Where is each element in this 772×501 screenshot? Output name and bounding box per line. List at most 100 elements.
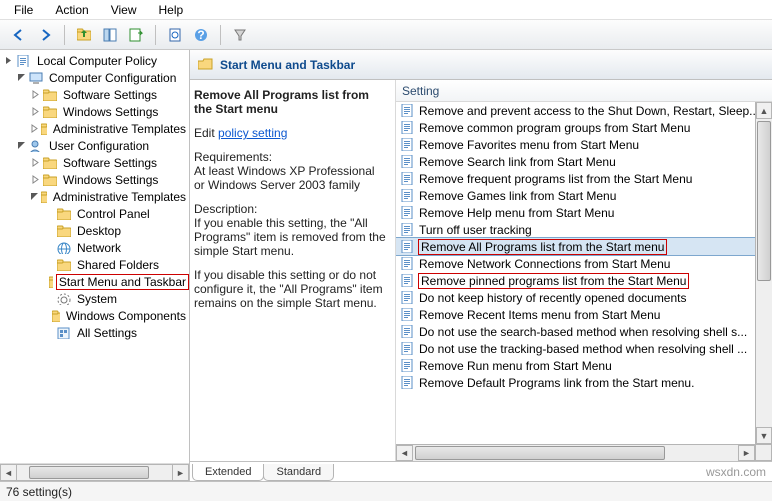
setting-row[interactable]: Remove Favorites menu from Start Menu [396,136,772,153]
menu-action[interactable]: Action [45,1,98,19]
scroll-left-icon[interactable]: ◄ [0,464,17,481]
tree-control-panel[interactable]: Control Panel [2,205,189,222]
tree-item-label: Administrative Templates [50,189,189,205]
export-list-button[interactable] [125,24,147,46]
setting-label: Remove Favorites menu from Start Menu [418,138,640,152]
tree-item-label: Start Menu and Taskbar [56,274,189,290]
tree-cc-windows[interactable]: Windows Settings [2,103,189,120]
setting-row[interactable]: Remove Help menu from Start Menu [396,204,772,221]
tree-windows-components[interactable]: Windows Components [2,307,189,324]
setting-row[interactable]: Do not use the tracking-based method whe… [396,340,772,357]
back-button[interactable] [8,24,30,46]
setting-row[interactable]: Do not use the search-based method when … [396,323,772,340]
menu-file[interactable]: File [4,1,43,19]
tree-user-config[interactable]: User Configuration [2,137,189,154]
tree-uc-admin[interactable]: Administrative Templates [2,188,189,205]
setting-row[interactable]: Remove All Programs list from the Start … [396,238,772,255]
tab-standard[interactable]: Standard [263,464,334,481]
scroll-up-icon[interactable]: ▲ [756,102,772,119]
setting-row[interactable]: Remove Recent Items menu from Start Menu [396,306,772,323]
tree-desktop[interactable]: Desktop [2,222,189,239]
setting-label: Do not use the search-based method when … [418,325,748,339]
scroll-thumb[interactable] [29,466,149,479]
scroll-right-icon[interactable]: ► [738,445,755,461]
scroll-thumb[interactable] [415,446,665,460]
help-button[interactable]: ? [190,24,212,46]
setting-row[interactable]: Remove common program groups from Start … [396,119,772,136]
tree-start-menu-taskbar[interactable]: Start Menu and Taskbar [2,273,189,290]
setting-row[interactable]: Turn off user tracking [396,221,772,238]
tree-network[interactable]: Network [2,239,189,256]
tree-cc-admin[interactable]: Administrative Templates [2,120,189,137]
setting-row[interactable]: Remove Network Connections from Start Me… [396,255,772,272]
tree-body[interactable]: Local Computer Policy Computer Configura… [0,50,189,463]
setting-label: Do not keep history of recently opened d… [418,291,688,305]
tree-item-label: System [74,291,120,307]
setting-label: Remove Network Connections from Start Me… [418,257,671,271]
tree-item-label: All Settings [74,325,140,341]
description-text-2: If you disable this setting or do not co… [194,268,387,310]
expand-icon[interactable] [30,89,41,100]
tree-computer-config[interactable]: Computer Configuration [2,69,189,86]
filter-button[interactable] [229,24,251,46]
tree-all-settings[interactable]: All Settings [2,324,189,341]
settings-list[interactable]: Remove and prevent access to the Shut Do… [396,102,772,461]
edit-policy-link[interactable]: policy setting [218,126,287,140]
expand-icon[interactable] [30,157,41,168]
setting-row[interactable]: Remove pinned programs list from the Sta… [396,272,772,289]
refresh-button[interactable] [164,24,186,46]
tree-horizontal-scrollbar[interactable]: ◄ ► [0,463,189,481]
expand-icon[interactable] [30,106,41,117]
details-pane: Start Menu and Taskbar Remove All Progra… [190,50,772,481]
toolbar: ? [0,20,772,50]
column-header-setting[interactable]: Setting [396,80,772,102]
scroll-right-icon[interactable]: ► [172,464,189,481]
folder-icon [57,208,71,220]
setting-label: Turn off user tracking [418,223,533,237]
scroll-down-icon[interactable]: ▼ [756,427,772,444]
menu-view[interactable]: View [101,1,147,19]
scroll-thumb[interactable] [757,121,771,281]
tree-item-label: User Configuration [46,138,152,154]
list-horizontal-scrollbar[interactable]: ◄ ► [396,444,755,461]
tree-shared-folders[interactable]: Shared Folders [2,256,189,273]
policy-icon [400,240,414,254]
tree-uc-windows[interactable]: Windows Settings [2,171,189,188]
tree-root[interactable]: Local Computer Policy [2,52,189,69]
tree-uc-software[interactable]: Software Settings [2,154,189,171]
collapse-icon[interactable] [30,191,39,202]
scroll-track[interactable] [17,464,172,481]
expand-icon[interactable] [30,123,39,134]
description-pane: Remove All Programs list from the Start … [190,80,395,461]
setting-row[interactable]: Remove Games link from Start Menu [396,187,772,204]
setting-row[interactable]: Remove Default Programs link from the St… [396,374,772,391]
content-body: Remove All Programs list from the Start … [190,80,772,461]
policy-icon [17,55,31,67]
scroll-track[interactable] [756,119,772,427]
forward-button[interactable] [34,24,56,46]
collapse-icon[interactable] [16,72,27,83]
setting-row[interactable]: Remove and prevent access to the Shut Do… [396,102,772,119]
menu-help[interactable]: Help [149,1,194,19]
scroll-track[interactable] [413,445,738,461]
collapse-icon[interactable] [4,55,15,66]
setting-row[interactable]: Remove frequent programs list from the S… [396,170,772,187]
policy-icon [400,291,414,305]
collapse-icon[interactable] [16,140,27,151]
up-button[interactable] [73,24,95,46]
tab-extended[interactable]: Extended [192,464,264,481]
vertical-scrollbar[interactable]: ▲ ▼ [755,102,772,444]
tree-item-label: Administrative Templates [50,121,189,137]
setting-row[interactable]: Remove Run menu from Start Menu [396,357,772,374]
scroll-left-icon[interactable]: ◄ [396,445,413,461]
tree-item-label: Windows Settings [60,104,161,120]
policy-icon [400,172,414,186]
setting-row[interactable]: Remove Search link from Start Menu [396,153,772,170]
folder-icon [57,225,71,237]
show-hide-tree-button[interactable] [99,24,121,46]
expand-icon[interactable] [30,174,41,185]
tree-system[interactable]: System [2,290,189,307]
tree-cc-software[interactable]: Software Settings [2,86,189,103]
selected-setting-title: Remove All Programs list from the Start … [194,88,387,116]
setting-row[interactable]: Do not keep history of recently opened d… [396,289,772,306]
